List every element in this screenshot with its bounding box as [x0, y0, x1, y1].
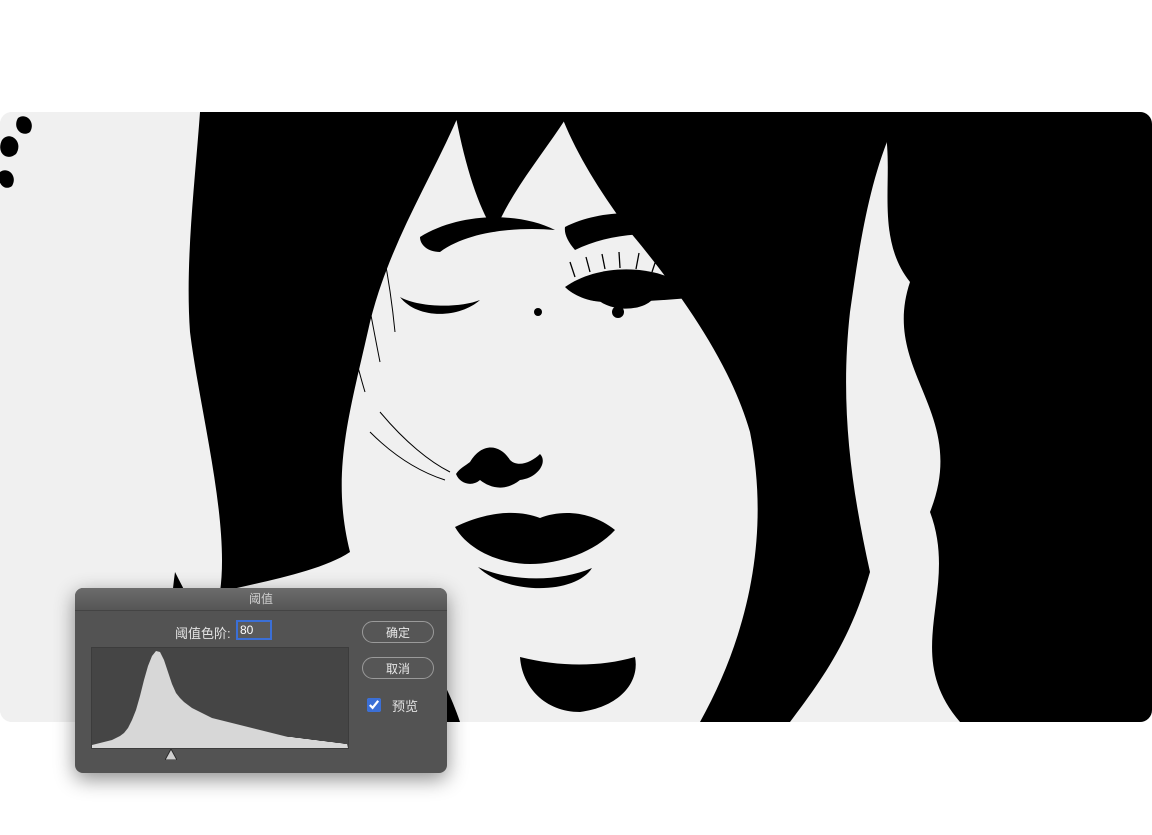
slider-handle-icon[interactable] — [165, 749, 177, 760]
preview-label[interactable]: 预览 — [392, 696, 418, 715]
dialog-titlebar[interactable]: 阈值 — [75, 588, 447, 611]
ok-button[interactable]: 确定 — [362, 621, 434, 643]
cancel-button[interactable]: 取消 — [362, 657, 434, 679]
dialog-title: 阈值 — [249, 592, 273, 606]
histogram — [91, 647, 349, 749]
threshold-slider[interactable] — [91, 749, 347, 763]
threshold-level-input[interactable] — [237, 621, 271, 639]
preview-checkbox[interactable] — [367, 698, 381, 712]
threshold-dialog: 阈值 阈值色阶: 确定 取消 预览 — [75, 588, 447, 773]
threshold-level-label: 阈值色阶: — [175, 623, 231, 642]
